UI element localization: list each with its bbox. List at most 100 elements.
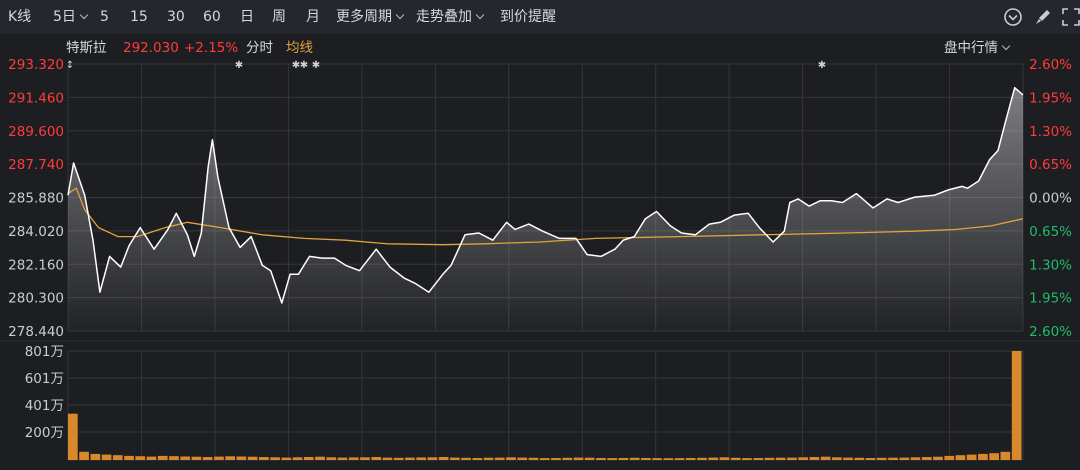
volume-bar (348, 457, 359, 460)
volume-bar (315, 456, 325, 460)
volume-bar (944, 455, 955, 460)
volume-tick-label: 601万 (25, 371, 64, 387)
volume-bar (641, 458, 651, 460)
volume-bar (79, 451, 89, 460)
price-tick-label: 278.440 (8, 324, 64, 340)
percent-tick-label: 0.00% (1029, 191, 1072, 207)
volume-bar (292, 457, 303, 460)
volume-bar (438, 457, 449, 460)
volume-bar (876, 457, 887, 460)
volume-bar (68, 413, 78, 460)
volume-bar (697, 457, 707, 460)
volume-bar (607, 458, 617, 460)
intraday-chart: 293.320 291.460 289.600 287.740 285.880 284.0… (0, 57, 1080, 461)
volume-bar (843, 457, 853, 460)
volume-bar (708, 457, 719, 460)
volume-bar (416, 457, 426, 460)
percent-tick-label: 1.30% (1029, 257, 1072, 273)
percent-tick-label: 2.60% (1029, 324, 1072, 340)
event-marker-icon[interactable]: ✱ (312, 60, 320, 71)
percent-tick-label: 1.95% (1029, 90, 1072, 106)
volume-bar (247, 456, 258, 460)
volume-bar (921, 457, 932, 460)
volume-bar (719, 457, 730, 460)
price-tick-label: 285.880 (8, 191, 64, 207)
volume-bar (629, 457, 640, 460)
volume-bar (1000, 451, 1011, 460)
volume-tick-label: 200万 (25, 425, 64, 441)
volume-bar (157, 455, 168, 460)
volume-bar (472, 458, 483, 460)
volume-bar (989, 453, 999, 460)
volume-bar (584, 457, 595, 460)
volume-bar (809, 457, 820, 460)
price-tick-label: 280.300 (8, 291, 64, 307)
event-marker-icon[interactable]: ✱ (300, 60, 308, 71)
volume-bar (674, 458, 685, 460)
volume-bar (337, 457, 348, 460)
percent-tick-label: 0.65% (1029, 224, 1072, 240)
price-tick-label: 289.600 (8, 124, 64, 140)
volume-bar (281, 457, 292, 460)
price-tick-label: 293.320 (8, 57, 64, 73)
volume-bar (978, 453, 988, 460)
volume-bar (112, 455, 123, 460)
volume-bar (888, 457, 898, 460)
volume-bar (899, 457, 910, 460)
volume-bar (461, 457, 471, 460)
volume-bar (798, 457, 808, 460)
price-axis: 293.320 291.460 289.600 287.740 285.880 284.0… (8, 57, 64, 340)
volume-bar (562, 457, 573, 460)
volume-bar (146, 456, 157, 460)
volume-bar (1011, 351, 1022, 460)
volume-bar (685, 458, 696, 460)
volume-bar (360, 457, 370, 460)
volume-bar (427, 457, 438, 460)
volume-bar (494, 457, 505, 460)
volume-bar (933, 456, 943, 460)
volume-bar (326, 457, 337, 460)
event-marker-icon[interactable]: ✱ (818, 60, 826, 71)
price-tick-label: 291.460 (8, 90, 64, 106)
volume-bar (573, 457, 584, 460)
percent-axis: 2.60% 1.95% 1.30% 0.65% 0.00% 0.65% 1.30% 1.95%… (1029, 57, 1072, 340)
volume-bar (955, 455, 966, 460)
percent-tick-label: 0.65% (1029, 157, 1072, 173)
volume-bar (663, 458, 674, 460)
volume-bar (596, 458, 606, 460)
volume-bar (191, 456, 202, 460)
volume-bar (303, 457, 314, 460)
volume-bar (180, 456, 191, 460)
volume-bar (393, 457, 404, 460)
volume-bar (966, 454, 977, 460)
volume-bar (382, 457, 393, 460)
volume-bar (539, 458, 550, 460)
volume-bar (528, 457, 539, 460)
volume-bar (854, 457, 865, 460)
event-marker-icon[interactable]: ↕ (66, 60, 74, 71)
volume-bar (551, 458, 561, 460)
volume-bar (225, 456, 235, 460)
volume-bar (652, 458, 662, 460)
volume-bar (618, 458, 629, 460)
volume-bar (90, 453, 101, 460)
event-markers: ↕ ✱ ✱ ✱ ✱ ✱ (66, 60, 826, 71)
volume-bar (742, 458, 752, 460)
volume-bar (787, 457, 797, 460)
percent-tick-label: 1.30% (1029, 124, 1072, 140)
event-marker-icon[interactable]: ✱ (235, 60, 243, 71)
volume-bar (124, 455, 134, 460)
volume-bar (236, 456, 247, 460)
volume-bar (202, 457, 213, 460)
volume-bar (775, 457, 786, 460)
price-tick-label: 282.160 (8, 257, 64, 273)
percent-tick-label: 1.95% (1029, 291, 1072, 307)
volume-bar (832, 457, 842, 460)
volume-bar (517, 457, 528, 460)
volume-bar (483, 457, 494, 460)
volume-bar (214, 456, 224, 460)
price-area-fill (68, 87, 1023, 331)
volume-bar (135, 456, 146, 460)
volume-bar (506, 457, 516, 460)
volume-bar (169, 456, 179, 460)
